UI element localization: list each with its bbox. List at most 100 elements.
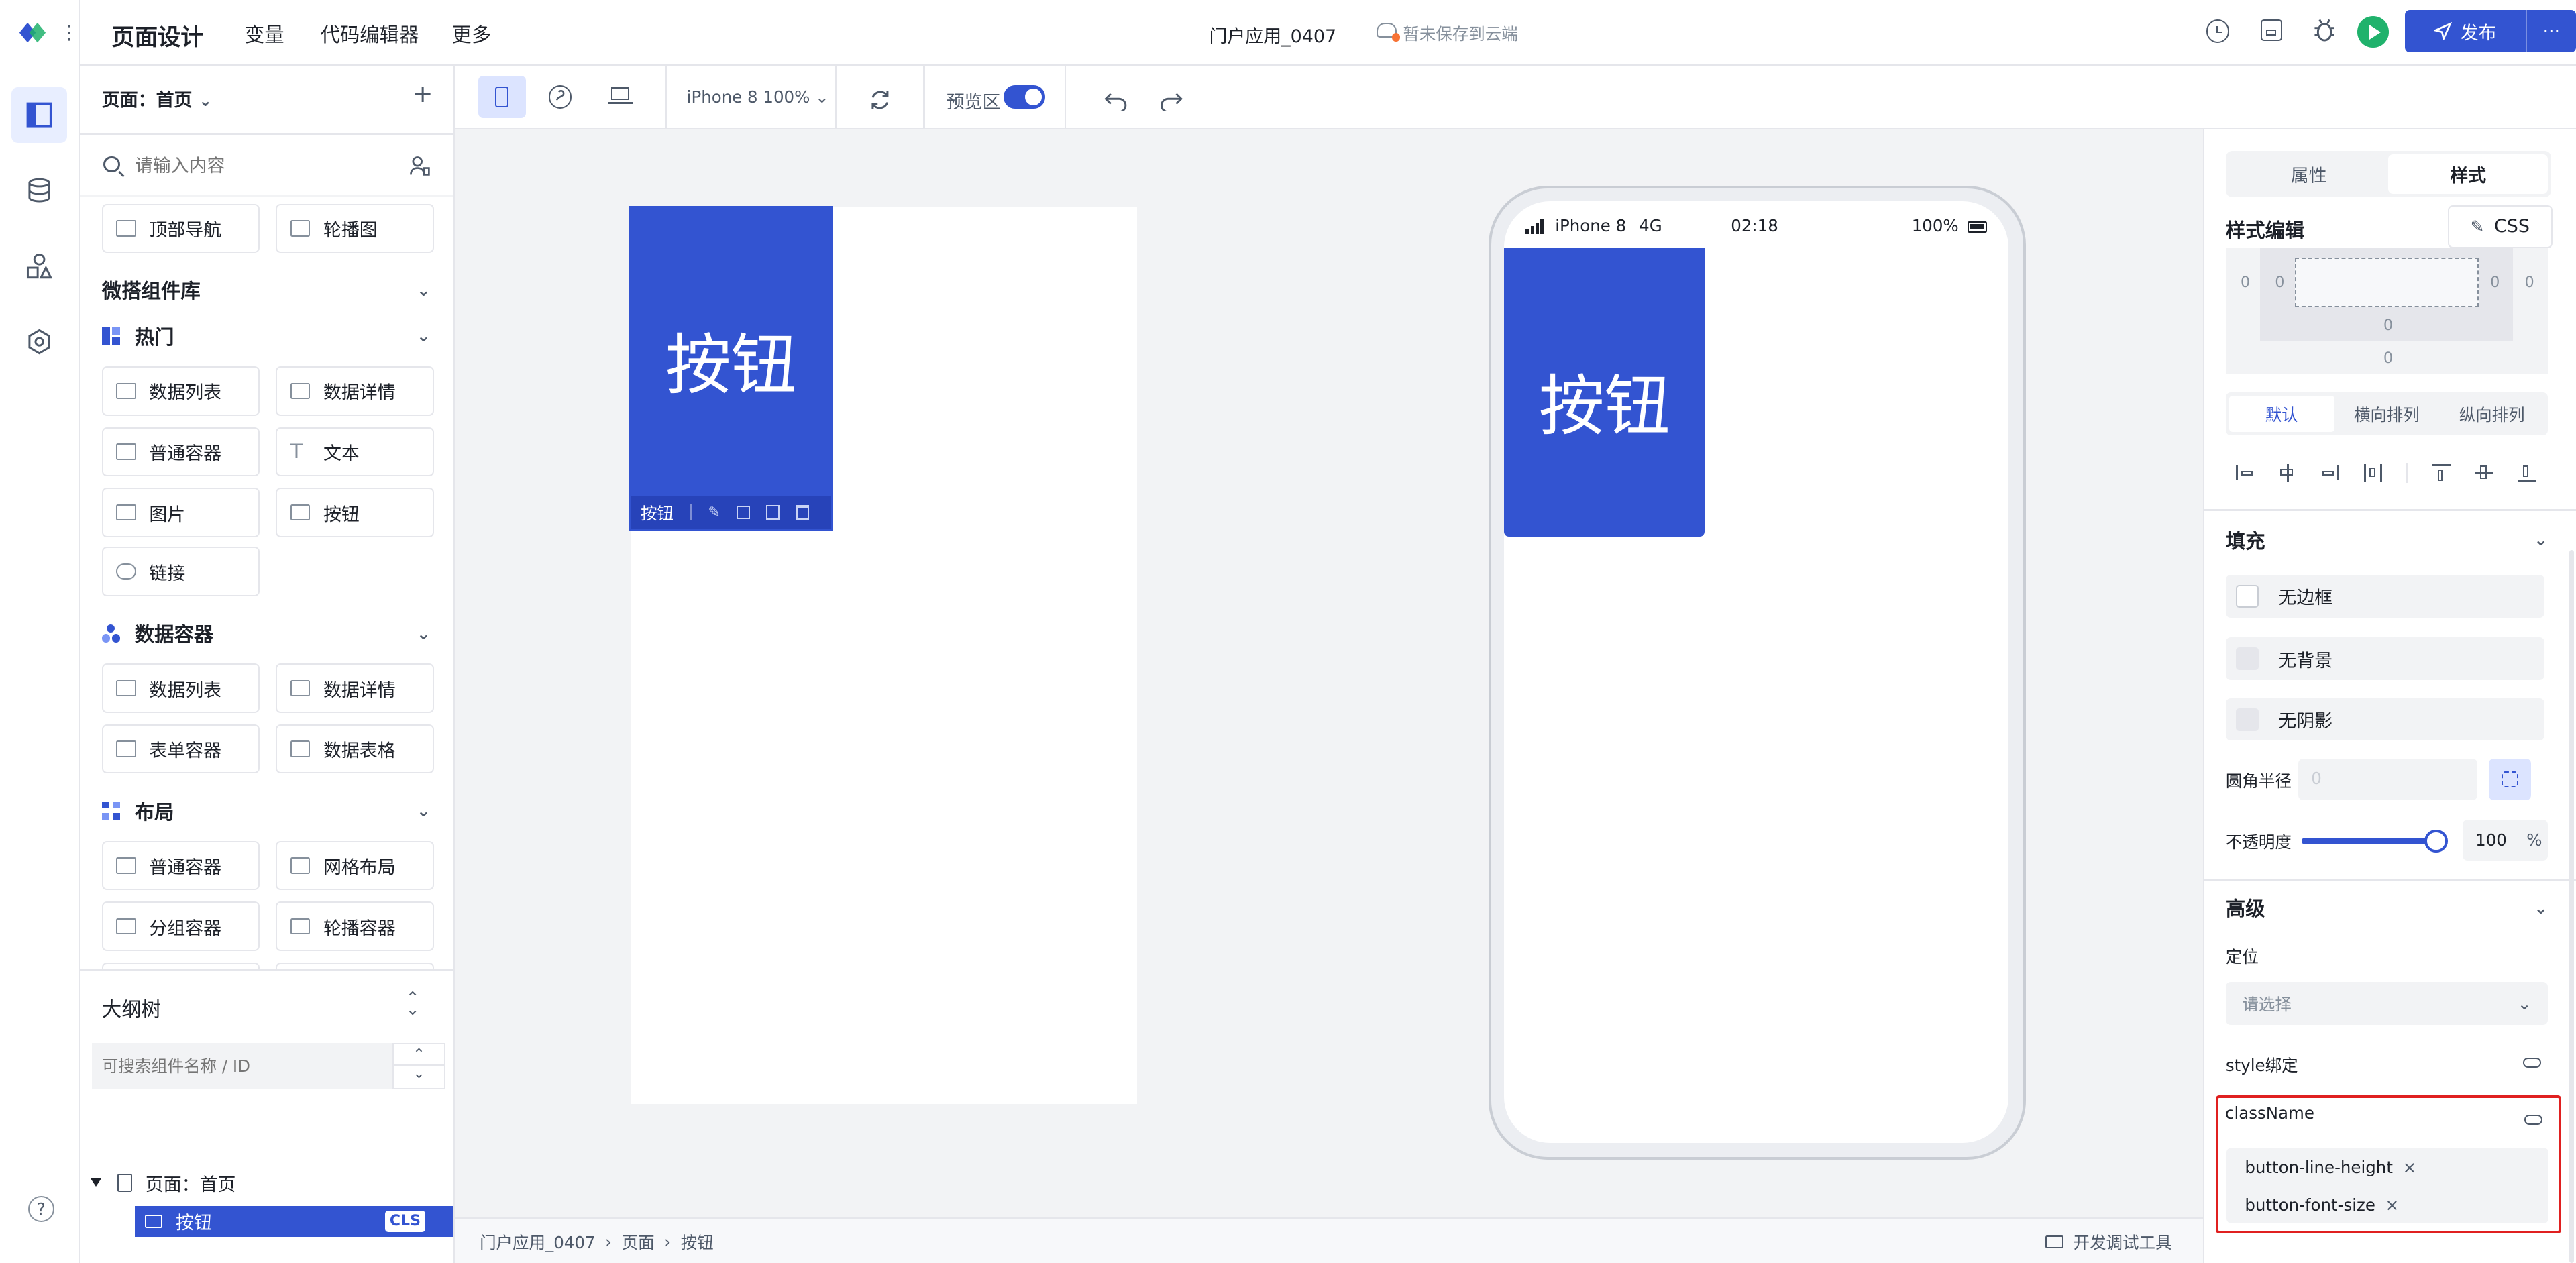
caret-down-icon[interactable]: [90, 1178, 101, 1187]
page-selector[interactable]: 页面：首页 ⌄: [102, 85, 213, 111]
padding-bottom-value[interactable]: 0: [2383, 317, 2393, 334]
fill-section-header[interactable]: 填充 ⌄: [2226, 526, 2548, 554]
component-data-detail-2[interactable]: 数据详情: [276, 663, 434, 713]
chevron-down-icon[interactable]: ⌄: [394, 1065, 443, 1087]
component-top-nav[interactable]: 顶部导航: [101, 203, 260, 254]
app-logo-icon[interactable]: [16, 19, 49, 46]
slider-handle[interactable]: [2424, 829, 2448, 853]
align-middle-icon[interactable]: [2475, 464, 2494, 482]
padding-right-value[interactable]: 0: [2490, 274, 2500, 291]
component-data-list-2[interactable]: 数据列表: [101, 663, 260, 713]
component-search-input[interactable]: [134, 151, 382, 181]
group-hot-header[interactable]: 热门 ⌄: [101, 322, 431, 350]
mobile-view-button[interactable]: [478, 75, 526, 119]
desktop-view-button[interactable]: [608, 87, 633, 107]
component-text[interactable]: T 文本: [276, 427, 434, 477]
advanced-section-header[interactable]: 高级 ⌄: [2226, 893, 2548, 922]
component-data-list[interactable]: 数据列表: [101, 366, 260, 416]
tab-style[interactable]: 样式: [2388, 154, 2548, 194]
padding-left-value[interactable]: 0: [2275, 274, 2284, 291]
group-layout-header[interactable]: 布局 ⌄: [101, 797, 431, 825]
chevron-up-icon[interactable]: ⌃: [394, 1044, 444, 1066]
align-right-icon[interactable]: [2321, 465, 2339, 481]
save-icon[interactable]: [2260, 19, 2282, 42]
database-icon[interactable]: [11, 162, 67, 218]
add-page-button[interactable]: +: [413, 79, 433, 108]
shadow-setting[interactable]: 无阴影: [2225, 698, 2545, 741]
outline-stepper[interactable]: ⌃ ⌄: [392, 1043, 445, 1089]
align-center-icon[interactable]: [2278, 463, 2296, 482]
component-container-2[interactable]: 普通容器: [101, 840, 260, 891]
device-select[interactable]: iPhone 8 100% ⌄: [687, 87, 829, 107]
margin-bottom-value[interactable]: 0: [2383, 350, 2393, 367]
layout-default[interactable]: 默认: [2229, 396, 2334, 433]
classname-link-icon[interactable]: [2524, 1114, 2542, 1125]
preview-toggle[interactable]: [1004, 85, 1045, 109]
kebab-icon[interactable]: ⋮: [59, 19, 78, 46]
background-setting[interactable]: 无背景: [2225, 637, 2545, 680]
group-data-container-header[interactable]: 数据容器 ⌄: [101, 619, 431, 647]
radius-link-button[interactable]: [2488, 759, 2532, 800]
expand-collapse-icon[interactable]: ⌃ ⌄: [406, 989, 420, 1018]
opacity-input[interactable]: 100%: [2462, 820, 2548, 861]
align-top-icon[interactable]: [2432, 463, 2451, 482]
components-icon[interactable]: [11, 238, 67, 294]
align-bottom-icon[interactable]: [2518, 464, 2536, 482]
component-carousel-container[interactable]: 轮播容器: [276, 901, 434, 951]
component-group-container[interactable]: 分组容器: [101, 901, 260, 951]
debug-icon[interactable]: [2313, 18, 2336, 43]
redo-icon[interactable]: [1160, 87, 1183, 113]
run-icon[interactable]: [2357, 16, 2389, 48]
close-icon[interactable]: ×: [2385, 1195, 2400, 1215]
tree-node-button[interactable]: 按钮 CLS: [134, 1205, 453, 1238]
edit-icon[interactable]: ✎: [708, 504, 720, 521]
margin-right-value[interactable]: 0: [2525, 274, 2534, 291]
user-filter-icon[interactable]: [409, 153, 431, 176]
component-grid-layout[interactable]: 网格布局: [276, 840, 434, 891]
breadcrumb-page[interactable]: 页面: [622, 1230, 655, 1254]
save-component-icon[interactable]: [737, 506, 750, 519]
refresh-icon[interactable]: [869, 87, 891, 109]
component-form-container[interactable]: 表单容器: [101, 724, 260, 774]
layout-icon[interactable]: [11, 87, 68, 144]
publish-more-button[interactable]: ···: [2527, 21, 2576, 42]
close-icon[interactable]: ×: [2403, 1158, 2417, 1177]
delete-icon[interactable]: [796, 505, 810, 520]
style-bind-link-icon[interactable]: [2523, 1058, 2542, 1068]
canvas-page[interactable]: 按钮 按钮 ✎: [629, 205, 1137, 1104]
canvas-button[interactable]: 按钮 按钮 ✎: [629, 205, 833, 531]
border-setting[interactable]: 无边框: [2225, 575, 2545, 618]
nav-variables[interactable]: 变量: [245, 19, 284, 48]
outline-search-input[interactable]: [92, 1043, 393, 1089]
component-image[interactable]: 图片: [101, 488, 260, 537]
component-data-detail[interactable]: 数据详情: [276, 366, 434, 416]
undo-icon[interactable]: [1104, 87, 1127, 113]
component-carousel[interactable]: 轮播图: [276, 203, 434, 254]
component-container[interactable]: 普通容器: [101, 427, 260, 477]
publish-button[interactable]: 发布 ···: [2405, 9, 2576, 53]
box-content[interactable]: [2294, 258, 2479, 307]
margin-left-value[interactable]: 0: [2241, 274, 2250, 291]
breadcrumb-button[interactable]: 按钮: [681, 1230, 714, 1254]
radius-input[interactable]: 0: [2298, 759, 2477, 800]
panel-scrollbar[interactable]: [2569, 550, 2575, 1263]
layout-horizontal[interactable]: 横向排列: [2334, 396, 2440, 432]
copy-icon[interactable]: [766, 505, 780, 520]
history-icon[interactable]: [2206, 19, 2230, 43]
nav-code-editor[interactable]: 代码编辑器: [321, 19, 419, 48]
nav-more[interactable]: 更多: [451, 19, 491, 48]
help-icon[interactable]: ?: [28, 1195, 54, 1223]
css-button[interactable]: ✎ CSS: [2447, 205, 2553, 248]
dev-tools-button[interactable]: 开发调试工具: [2045, 1230, 2171, 1254]
layout-vertical[interactable]: 纵向排列: [2439, 396, 2544, 432]
opacity-slider[interactable]: [2301, 829, 2448, 853]
component-data-table[interactable]: 数据表格: [276, 724, 434, 774]
tree-node-page[interactable]: 页面：首页: [90, 1170, 453, 1196]
mini-program-view-button[interactable]: [548, 85, 572, 109]
settings-icon[interactable]: [11, 314, 67, 370]
position-select[interactable]: 请选择 ⌄: [2225, 982, 2548, 1026]
breadcrumb-app[interactable]: 门户应用_0407: [480, 1230, 595, 1254]
component-link[interactable]: 链接: [101, 547, 260, 596]
library-header[interactable]: 微搭组件库 ⌄: [102, 276, 431, 304]
component-button[interactable]: 按钮: [276, 488, 434, 537]
